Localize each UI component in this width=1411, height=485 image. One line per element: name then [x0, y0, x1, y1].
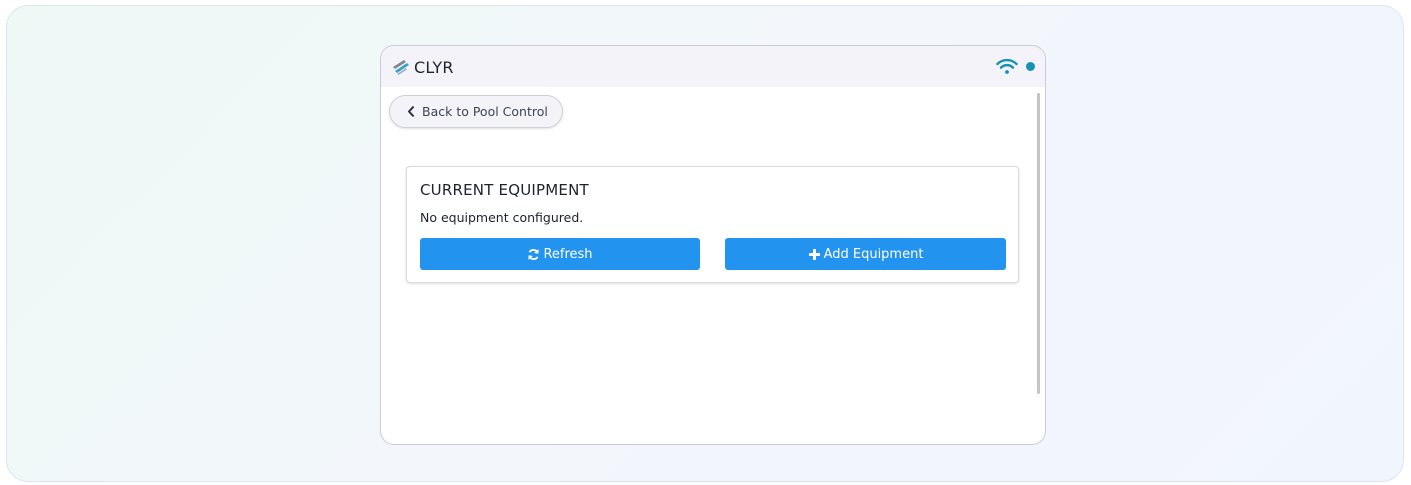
- top-bar: CLYR: [381, 46, 1045, 87]
- wifi-icon: [996, 58, 1018, 74]
- plus-icon: [808, 248, 820, 260]
- refresh-button[interactable]: Refresh: [420, 238, 700, 270]
- add-equipment-button[interactable]: Add Equipment: [725, 238, 1006, 270]
- device-screen: CLYR Back to Pool Control CURRENT EQUIPM…: [380, 45, 1046, 445]
- brand-name: CLYR: [414, 57, 454, 77]
- refresh-label: Refresh: [543, 246, 593, 262]
- empty-state-message: No equipment configured.: [420, 210, 584, 225]
- add-equipment-label: Add Equipment: [823, 246, 924, 262]
- app-background: CLYR Back to Pool Control CURRENT EQUIPM…: [6, 5, 1404, 482]
- scrollbar[interactable]: [1037, 93, 1040, 394]
- back-button-label: Back to Pool Control: [422, 104, 548, 119]
- status-dot-icon: [1026, 62, 1035, 71]
- refresh-icon: [528, 248, 540, 260]
- current-equipment-card: CURRENT EQUIPMENT No equipment configure…: [406, 166, 1019, 283]
- card-title: CURRENT EQUIPMENT: [420, 181, 589, 199]
- back-to-pool-control-button[interactable]: Back to Pool Control: [389, 95, 563, 128]
- clyr-logo-icon: [393, 60, 409, 75]
- chevron-left-icon: [408, 106, 414, 117]
- brand-logo[interactable]: CLYR: [391, 57, 454, 77]
